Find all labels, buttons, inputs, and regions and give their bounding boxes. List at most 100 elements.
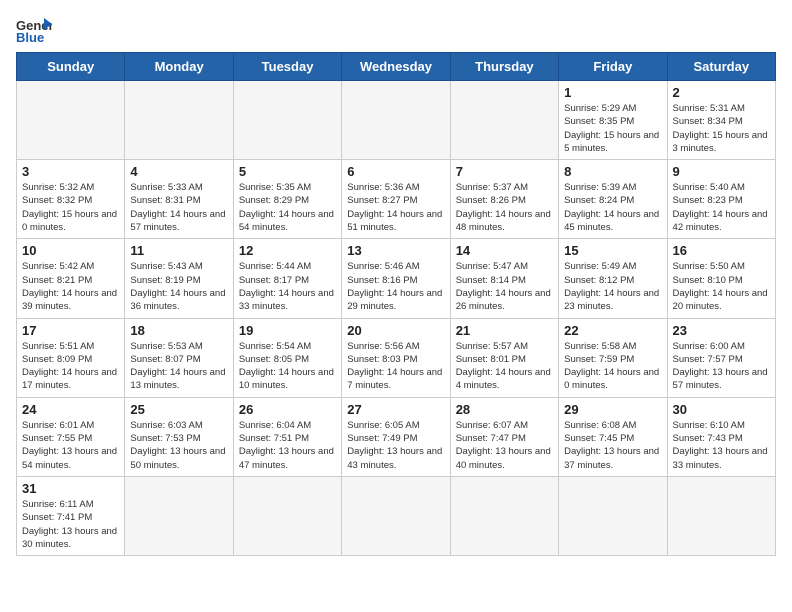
calendar-cell xyxy=(342,81,450,160)
calendar-cell: 11 Sunrise: 5:43 AM Sunset: 8:19 PM Dayli… xyxy=(125,239,233,318)
cell-sun-info: Sunrise: 5:33 AM Sunset: 8:31 PM Dayligh… xyxy=(130,181,227,234)
cell-sun-info: Sunrise: 6:03 AM Sunset: 7:53 PM Dayligh… xyxy=(130,419,227,472)
calendar-cell: 12 Sunrise: 5:44 AM Sunset: 8:17 PM Dayli… xyxy=(233,239,341,318)
calendar-week-1: 1 Sunrise: 5:29 AM Sunset: 8:35 PM Daylig… xyxy=(17,81,776,160)
calendar-cell: 21 Sunrise: 5:57 AM Sunset: 8:01 PM Dayli… xyxy=(450,318,558,397)
day-number: 28 xyxy=(456,402,553,417)
calendar-cell: 3 Sunrise: 5:32 AM Sunset: 8:32 PM Daylig… xyxy=(17,160,125,239)
cell-sun-info: Sunrise: 6:00 AM Sunset: 7:57 PM Dayligh… xyxy=(673,340,770,393)
calendar-cell: 27 Sunrise: 6:05 AM Sunset: 7:49 PM Dayli… xyxy=(342,397,450,476)
calendar-cell: 7Sunrise: 5:37 AM Sunset: 8:26 PM Daylig… xyxy=(450,160,558,239)
cell-sun-info: Sunrise: 5:46 AM Sunset: 8:16 PM Dayligh… xyxy=(347,260,444,313)
calendar-week-6: 31Sunrise: 6:11 AM Sunset: 7:41 PM Dayli… xyxy=(17,476,776,555)
cell-sun-info: Sunrise: 5:31 AM Sunset: 8:34 PM Dayligh… xyxy=(673,102,770,155)
day-header-sunday: Sunday xyxy=(17,53,125,81)
day-number: 21 xyxy=(456,323,553,338)
calendar-cell: 26 Sunrise: 6:04 AM Sunset: 7:51 PM Dayli… xyxy=(233,397,341,476)
cell-sun-info: Sunrise: 6:07 AM Sunset: 7:47 PM Dayligh… xyxy=(456,419,553,472)
day-number: 25 xyxy=(130,402,227,417)
day-number: 26 xyxy=(239,402,336,417)
calendar-cell: 17Sunrise: 5:51 AM Sunset: 8:09 PM Dayli… xyxy=(17,318,125,397)
cell-sun-info: Sunrise: 5:54 AM Sunset: 8:05 PM Dayligh… xyxy=(239,340,336,393)
calendar-cell: 15Sunrise: 5:49 AM Sunset: 8:12 PM Dayli… xyxy=(559,239,667,318)
day-number: 16 xyxy=(673,243,770,258)
day-number: 2 xyxy=(673,85,770,100)
calendar-cell xyxy=(125,81,233,160)
day-number: 20 xyxy=(347,323,444,338)
calendar-cell: 22Sunrise: 5:58 AM Sunset: 7:59 PM Dayli… xyxy=(559,318,667,397)
calendar-cell xyxy=(559,476,667,555)
cell-sun-info: Sunrise: 6:05 AM Sunset: 7:49 PM Dayligh… xyxy=(347,419,444,472)
day-number: 10 xyxy=(22,243,119,258)
cell-sun-info: Sunrise: 6:08 AM Sunset: 7:45 PM Dayligh… xyxy=(564,419,661,472)
cell-sun-info: Sunrise: 5:36 AM Sunset: 8:27 PM Dayligh… xyxy=(347,181,444,234)
day-number: 14 xyxy=(456,243,553,258)
calendar-cell xyxy=(667,476,775,555)
day-header-wednesday: Wednesday xyxy=(342,53,450,81)
day-number: 11 xyxy=(130,243,227,258)
day-number: 12 xyxy=(239,243,336,258)
day-number: 24 xyxy=(22,402,119,417)
calendar-cell: 18Sunrise: 5:53 AM Sunset: 8:07 PM Dayli… xyxy=(125,318,233,397)
calendar-cell: 25 Sunrise: 6:03 AM Sunset: 7:53 PM Dayli… xyxy=(125,397,233,476)
calendar-cell: 19Sunrise: 5:54 AM Sunset: 8:05 PM Dayli… xyxy=(233,318,341,397)
day-header-thursday: Thursday xyxy=(450,53,558,81)
calendar-table: SundayMondayTuesdayWednesdayThursdayFrid… xyxy=(16,52,776,556)
day-number: 27 xyxy=(347,402,444,417)
calendar-cell: 30 Sunrise: 6:10 AM Sunset: 7:43 PM Dayli… xyxy=(667,397,775,476)
calendar-cell: 1 Sunrise: 5:29 AM Sunset: 8:35 PM Daylig… xyxy=(559,81,667,160)
calendar-week-4: 17Sunrise: 5:51 AM Sunset: 8:09 PM Dayli… xyxy=(17,318,776,397)
calendar-cell: 13Sunrise: 5:46 AM Sunset: 8:16 PM Dayli… xyxy=(342,239,450,318)
calendar-cell: 20Sunrise: 5:56 AM Sunset: 8:03 PM Dayli… xyxy=(342,318,450,397)
calendar-cell xyxy=(233,81,341,160)
calendar-cell: 10Sunrise: 5:42 AM Sunset: 8:21 PM Dayli… xyxy=(17,239,125,318)
day-number: 3 xyxy=(22,164,119,179)
calendar-cell: 16 Sunrise: 5:50 AM Sunset: 8:10 PM Dayli… xyxy=(667,239,775,318)
calendar-cell xyxy=(450,81,558,160)
cell-sun-info: Sunrise: 5:53 AM Sunset: 8:07 PM Dayligh… xyxy=(130,340,227,393)
day-number: 6 xyxy=(347,164,444,179)
cell-sun-info: Sunrise: 6:04 AM Sunset: 7:51 PM Dayligh… xyxy=(239,419,336,472)
calendar-cell: 28 Sunrise: 6:07 AM Sunset: 7:47 PM Dayli… xyxy=(450,397,558,476)
calendar-cell: 23Sunrise: 6:00 AM Sunset: 7:57 PM Dayli… xyxy=(667,318,775,397)
day-header-saturday: Saturday xyxy=(667,53,775,81)
day-number: 30 xyxy=(673,402,770,417)
calendar-cell: 29 Sunrise: 6:08 AM Sunset: 7:45 PM Dayli… xyxy=(559,397,667,476)
calendar-cell xyxy=(125,476,233,555)
calendar-header-row: SundayMondayTuesdayWednesdayThursdayFrid… xyxy=(17,53,776,81)
day-number: 1 xyxy=(564,85,661,100)
cell-sun-info: Sunrise: 5:37 AM Sunset: 8:26 PM Dayligh… xyxy=(456,181,553,234)
cell-sun-info: Sunrise: 6:10 AM Sunset: 7:43 PM Dayligh… xyxy=(673,419,770,472)
day-header-monday: Monday xyxy=(125,53,233,81)
calendar-cell: 31Sunrise: 6:11 AM Sunset: 7:41 PM Dayli… xyxy=(17,476,125,555)
cell-sun-info: Sunrise: 5:32 AM Sunset: 8:32 PM Dayligh… xyxy=(22,181,119,234)
day-header-tuesday: Tuesday xyxy=(233,53,341,81)
cell-sun-info: Sunrise: 5:40 AM Sunset: 8:23 PM Dayligh… xyxy=(673,181,770,234)
calendar-cell: 14 Sunrise: 5:47 AM Sunset: 8:14 PM Dayli… xyxy=(450,239,558,318)
cell-sun-info: Sunrise: 6:11 AM Sunset: 7:41 PM Dayligh… xyxy=(22,498,119,551)
cell-sun-info: Sunrise: 5:43 AM Sunset: 8:19 PM Dayligh… xyxy=(130,260,227,313)
svg-text:Blue: Blue xyxy=(16,30,44,44)
day-number: 5 xyxy=(239,164,336,179)
calendar-cell xyxy=(450,476,558,555)
cell-sun-info: Sunrise: 5:50 AM Sunset: 8:10 PM Dayligh… xyxy=(673,260,770,313)
logo: General Blue xyxy=(16,16,52,44)
cell-sun-info: Sunrise: 5:29 AM Sunset: 8:35 PM Dayligh… xyxy=(564,102,661,155)
calendar-cell xyxy=(17,81,125,160)
day-number: 8 xyxy=(564,164,661,179)
day-number: 17 xyxy=(22,323,119,338)
calendar-cell xyxy=(342,476,450,555)
calendar-cell: 4Sunrise: 5:33 AM Sunset: 8:31 PM Daylig… xyxy=(125,160,233,239)
calendar-cell: 9 Sunrise: 5:40 AM Sunset: 8:23 PM Daylig… xyxy=(667,160,775,239)
cell-sun-info: Sunrise: 5:58 AM Sunset: 7:59 PM Dayligh… xyxy=(564,340,661,393)
calendar-cell: 2 Sunrise: 5:31 AM Sunset: 8:34 PM Daylig… xyxy=(667,81,775,160)
cell-sun-info: Sunrise: 5:57 AM Sunset: 8:01 PM Dayligh… xyxy=(456,340,553,393)
calendar-cell: 8 Sunrise: 5:39 AM Sunset: 8:24 PM Daylig… xyxy=(559,160,667,239)
calendar-week-2: 3 Sunrise: 5:32 AM Sunset: 8:32 PM Daylig… xyxy=(17,160,776,239)
day-number: 9 xyxy=(673,164,770,179)
cell-sun-info: Sunrise: 5:39 AM Sunset: 8:24 PM Dayligh… xyxy=(564,181,661,234)
cell-sun-info: Sunrise: 5:47 AM Sunset: 8:14 PM Dayligh… xyxy=(456,260,553,313)
day-number: 29 xyxy=(564,402,661,417)
cell-sun-info: Sunrise: 5:44 AM Sunset: 8:17 PM Dayligh… xyxy=(239,260,336,313)
calendar-cell: 5Sunrise: 5:35 AM Sunset: 8:29 PM Daylig… xyxy=(233,160,341,239)
